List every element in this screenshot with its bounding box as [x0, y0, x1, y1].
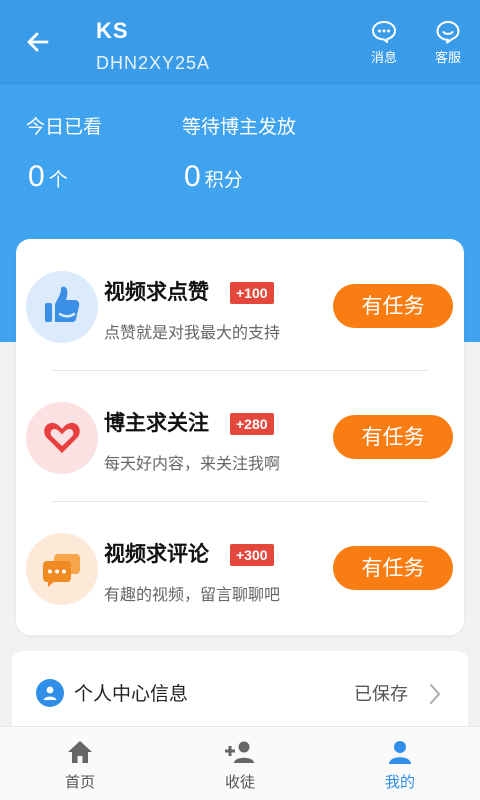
tab-recruit[interactable]: 收徒 [160, 727, 320, 800]
pending-points-unit: 积分 [204, 169, 243, 191]
back-button[interactable] [18, 22, 58, 62]
top-header: KS DHN2XY25A 消息 客服 [0, 0, 480, 82]
today-viewed-value: 0个 [28, 160, 68, 194]
tab-label: 首页 [64, 773, 95, 791]
pending-points-value: 0 积分 [184, 160, 243, 194]
task-list-card: 视频求点赞 +100 点赞就是对我最大的支持 有任务 博主求关注 +280 每天… [16, 239, 464, 635]
task-name: 视频求点赞 [104, 280, 209, 304]
today-viewed-unit: 个 [48, 169, 68, 191]
profile-info-status: 已保存 [354, 684, 408, 705]
tab-mine[interactable]: 我的 [320, 727, 480, 800]
tab-label: 我的 [384, 773, 415, 791]
service-label: 客服 [434, 51, 461, 66]
task-description: 每天好内容，来关注我啊 [104, 454, 281, 473]
heart-icon [26, 402, 98, 474]
user-icon [389, 741, 411, 764]
task-button-follow[interactable]: 有任务 [333, 415, 453, 459]
points-badge: +300 [230, 544, 274, 566]
task-button-like[interactable]: 有任务 [333, 284, 453, 328]
task-description: 点赞就是对我最大的支持 [104, 323, 281, 342]
tab-label: 收徒 [224, 773, 255, 791]
task-name: 视频求评论 [104, 542, 209, 566]
chat-bubbles-icon [26, 533, 98, 605]
chevron-right-icon [430, 684, 440, 704]
user-icon [36, 679, 64, 707]
message-label: 消息 [370, 51, 397, 66]
bottom-tab-bar: 首页 收徒 我的 [0, 726, 480, 800]
today-viewed-label: 今日已看 [26, 116, 103, 138]
user-id: DHN2XY25A [96, 53, 211, 73]
points-badge: +100 [230, 282, 274, 304]
page-title: KS [96, 18, 129, 43]
add-user-icon [225, 741, 254, 763]
task-row-comment: 视频求评论 +300 有趣的视频，留言聊聊吧 有任务 [16, 501, 464, 632]
pending-points-number: 0 [184, 160, 201, 193]
message-button[interactable]: 消息 [362, 20, 406, 66]
today-viewed-number: 0 [28, 160, 45, 193]
thumbs-up-icon [26, 271, 98, 343]
task-row-like: 视频求点赞 +100 点赞就是对我最大的支持 有任务 [16, 239, 464, 370]
home-icon [68, 741, 92, 763]
task-description: 有趣的视频，留言聊聊吧 [104, 585, 281, 604]
task-name: 博主求关注 [104, 411, 209, 435]
points-badge: +280 [230, 413, 274, 435]
profile-info-label: 个人中心信息 [74, 683, 189, 705]
message-icon [372, 21, 396, 43]
customer-service-button[interactable]: 客服 [426, 20, 470, 66]
tab-home[interactable]: 首页 [0, 727, 160, 800]
customer-service-icon [436, 21, 460, 44]
task-button-comment[interactable]: 有任务 [333, 546, 453, 590]
pending-points-label: 等待博主发放 [182, 116, 297, 138]
arrow-left-icon [27, 32, 49, 52]
task-row-follow: 博主求关注 +280 每天好内容，来关注我啊 有任务 [16, 370, 464, 501]
